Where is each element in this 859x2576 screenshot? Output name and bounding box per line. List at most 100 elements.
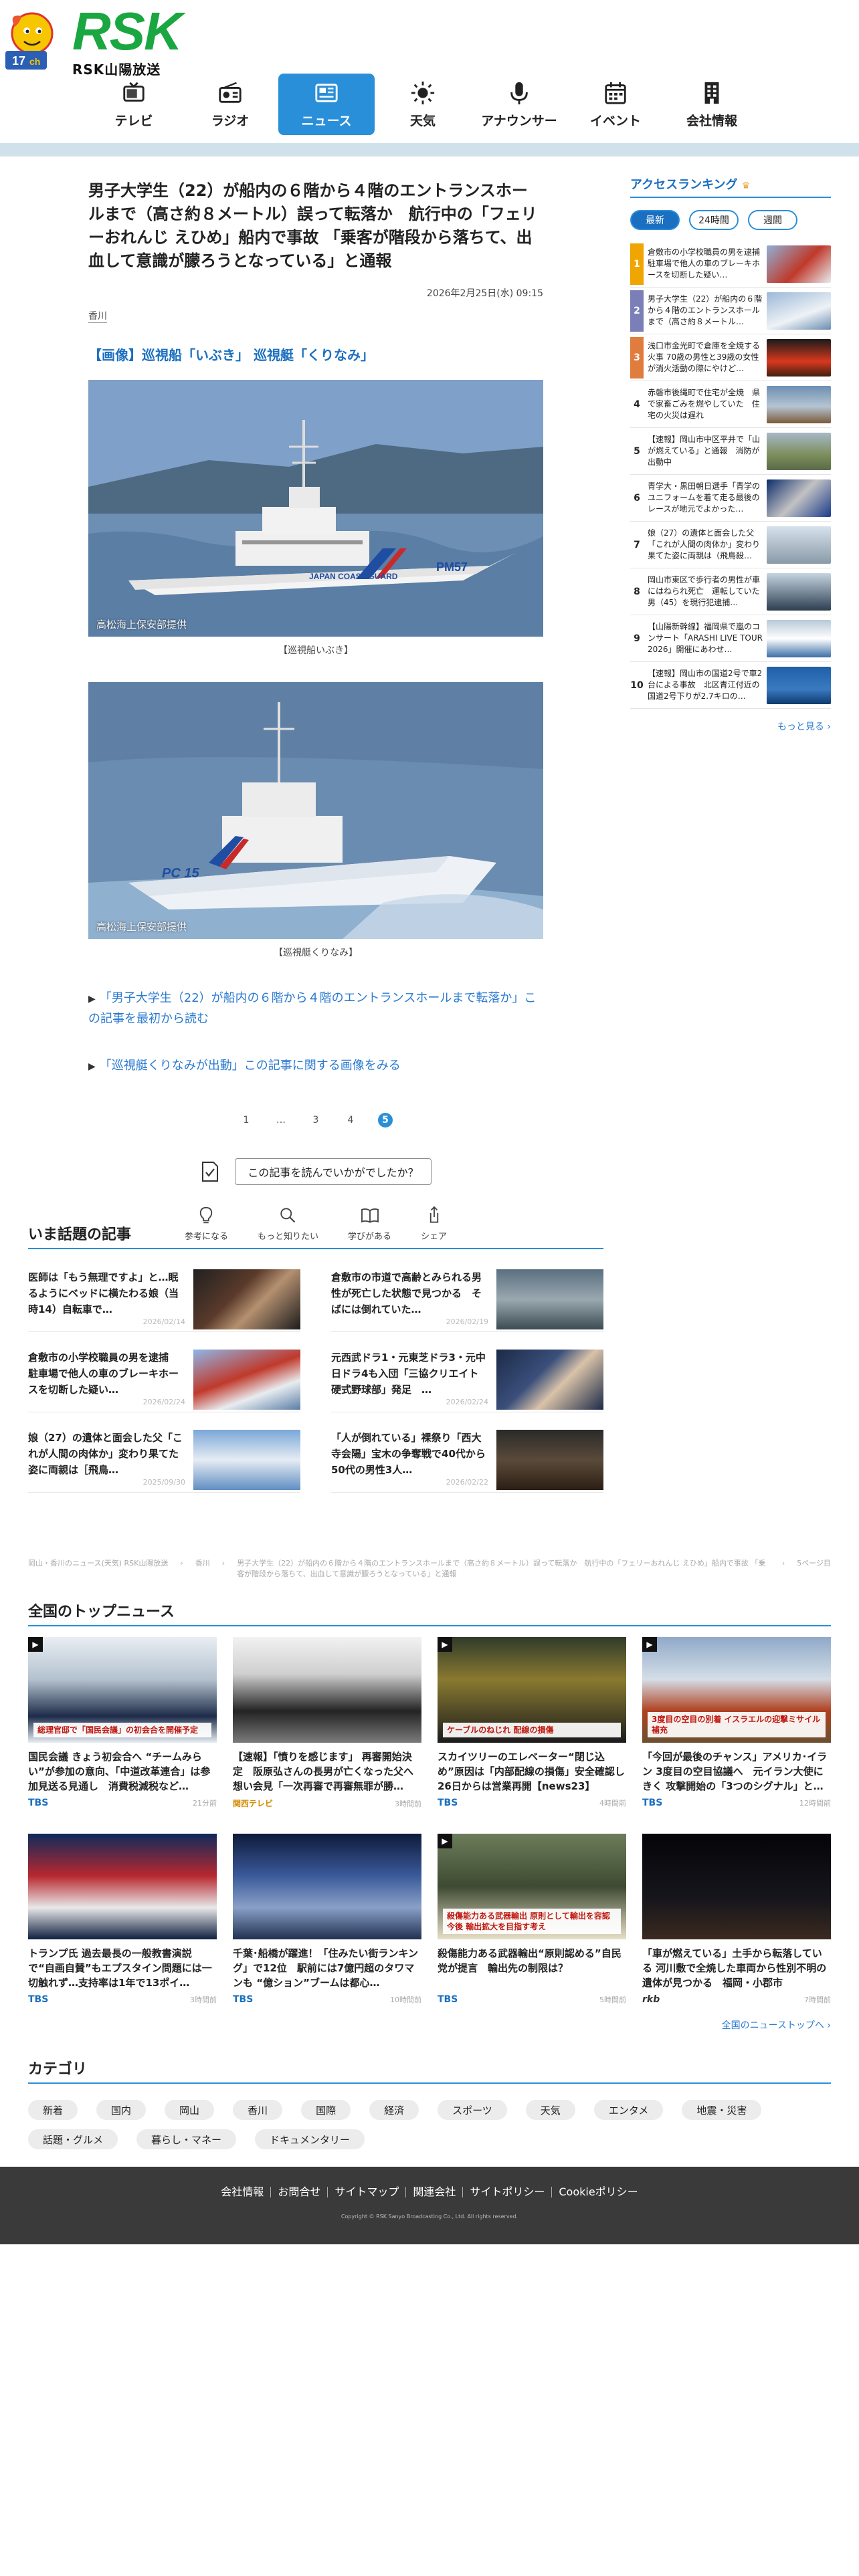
news-headline: 「車が燃えている」土手から転落している 河川敷で全焼した車両から性別不明の遺体が… (642, 1947, 827, 1989)
page-link[interactable]: 3 (308, 1113, 323, 1128)
ranking-tab[interactable]: 最新 (630, 210, 680, 230)
thumbnail-caption: 3度目の空目の別着 イスラエルの迎撃ミサイル補充 (648, 1712, 826, 1737)
page-link[interactable]: 1 (239, 1113, 254, 1128)
category-chip[interactable]: 暮らし・マネー (136, 2129, 237, 2149)
news-card[interactable]: ▶ 総理官邸で「国民会議」の初会合を開催予定 国民会議 きょう初会合へ “チームみら… (28, 1637, 217, 1812)
topic-card[interactable]: 倉敷市の市道で高齢とみられる男性が死亡した状態で見つかる そばには倒れていた… 2… (331, 1269, 603, 1332)
view-images-link[interactable]: ▶ 「巡視艇くりなみが出動」この記事に関する画像をみる (88, 1056, 543, 1077)
news-thumbnail: ▶ 3度目の空目の別着 イスラエルの迎撃ミサイル補充 (642, 1637, 831, 1743)
ranking-more-link[interactable]: もっと見る › (630, 720, 831, 733)
breadcrumb-item[interactable]: 岡山・香川のニュース(天気) RSK山陽放送 (28, 1558, 168, 1580)
topic-card[interactable]: 医師は「もう無理ですよ」と…眠るようにベッドに横たわる娘（当時14）自転車で… 2… (28, 1269, 300, 1332)
topic-title: 娘（27）の遺体と面会した父「これが人間の肉体か」変わり果てた姿に両親は［飛鳥… (28, 1432, 183, 1476)
ranking-item[interactable]: 4 赤磐市後縄町で住宅が全焼 県で家畜ごみを燃やしていた 住宅の火災は遅れ (630, 381, 831, 428)
breadcrumb-item[interactable]: 男子大学生（22）が船内の６階から４階のエントランスホールまで（高さ約８メートル… (237, 1558, 770, 1580)
topic-card[interactable]: 元西武ドラ1・元東芝ドラ3・元中日ドラ4も入団「三協クリエイト硬式野球部」発足 … (331, 1350, 603, 1412)
hull-lettering: JAPAN COAST GUARD (309, 572, 398, 581)
ranking-headline: 娘（27）の遺体と面会した父「これが人間の肉体か」変わり果てた姿に両親は（飛鳥殺… (648, 528, 761, 560)
ranking-tab[interactable]: 週間 (748, 210, 797, 230)
nav-item-sun[interactable]: 天気 (375, 74, 471, 135)
page-link[interactable]: 4 (343, 1113, 358, 1128)
news-card[interactable]: ▶ ケーブルのねじれ 配線の損傷 スカイツリーのエレベーター“閉じ込め”原因は「内部… (438, 1637, 626, 1812)
all-news-link[interactable]: 全国のニューストップへ › (28, 2018, 831, 2032)
ranking-item[interactable]: 5 【速報】岡山市中区平井で「山が燃えている」と通報 消防が出動中 (630, 428, 831, 475)
news-card[interactable]: 「車が燃えている」土手から転落している 河川敷で全焼した車両から性別不明の遺体が… (642, 1834, 831, 2009)
ranking-tab[interactable]: 24時間 (689, 210, 739, 230)
news-thumbnail: ▶ 殺傷能力ある武器輸出 原則として輸出を容認 今後 輸出拡大を目指す考え (438, 1834, 626, 1939)
mascot-logo[interactable]: 17 ch (1, 7, 68, 72)
breadcrumb-separator-icon: › (781, 1559, 785, 1568)
logo-wordmark: RSK (72, 1, 183, 61)
read-from-start-link[interactable]: ▶ 「男子大学生（22）が船内の６階から４階のエントランスホールまで転落か」この記… (88, 988, 543, 1029)
ranking-headline: 倉敷市の小学校職員の男を逮捕 駐車場で他人の車のブレーキホースを切断した疑い… (648, 247, 761, 280)
nav-item-building[interactable]: 会社情報 (664, 74, 760, 135)
ranking-item[interactable]: 2 男子大学生（22）が船内の６階から４階のエントランスホールまで（高さ約８メート… (630, 288, 831, 334)
category-chip[interactable]: 天気 (525, 2100, 575, 2120)
news-meta: TBS 4時間前 (438, 1798, 626, 1808)
site-footer: 会社情報 お問合せ サイトマップ 関連会社 サイトポリシー Cookieポリシー Copy… (0, 2167, 859, 2244)
nav-item-news[interactable]: ニュース (278, 74, 375, 135)
nav-item-tv[interactable]: テレビ (86, 74, 182, 135)
topic-card[interactable]: 倉敷市の小学校職員の男を逮捕 駐車場で他人の車のブレーキホースを切断した疑い… 2… (28, 1350, 300, 1412)
article: 男子大学生（22）が船内の６階から４階のエントランスホールまで（高さ約８メートル… (88, 179, 543, 1242)
nav-item-calendar[interactable]: イベント (567, 74, 664, 135)
topic-card[interactable]: 娘（27）の遺体と面会した父「これが人間の肉体か」変わり果てた姿に両親は［飛鳥…… (28, 1430, 300, 1493)
news-card[interactable]: 【速報】「憤りを感じます」 再審開始決定 阪原弘さんの長男が亡くなった父へ想い会… (233, 1637, 421, 1812)
ranking-item[interactable]: 10 【速報】岡山市の国道2号で車2台による事故 北区青江付近の国道2号下りが2.… (630, 662, 831, 709)
news-thumbnail (233, 1637, 421, 1743)
category-chip[interactable]: 国内 (96, 2100, 147, 2120)
news-card[interactable]: 千葉･船橋が躍進！「住みたい街ランキング」で12位 駅前には7億円超のタワマンも… (233, 1834, 421, 2009)
nav-item-label: 会社情報 (686, 113, 737, 128)
category-chip[interactable]: 新着 (28, 2100, 78, 2120)
category-chip[interactable]: 経済 (369, 2100, 419, 2120)
nav-item-label: ラジオ (211, 113, 250, 128)
ranking-item[interactable]: 3 浅口市金光町で倉庫を全焼する火事 70歳の男性と39歳の女性が消火活動の際にや… (630, 334, 831, 381)
news-headline: 「今回が最後のチャンス」アメリカ･イラン 3度目の空目協議へ 元イラン大使にきく… (642, 1751, 828, 1792)
ranking-item[interactable]: 9 【山陽新幹線】福岡県で嵐のコンサート「ARASHI LIVE TOUR 202… (630, 615, 831, 662)
nav-item-microphone[interactable]: アナウンサー (471, 74, 567, 135)
ranking-headline: 赤磐市後縄町で住宅が全焼 県で家畜ごみを燃やしていた 住宅の火災は遅れ (648, 387, 761, 420)
sun-icon (411, 81, 435, 104)
category-chip[interactable]: ドキュメンタリー (255, 2129, 365, 2149)
category-chip[interactable]: 香川 (233, 2100, 283, 2120)
topic-title: 倉敷市の小学校職員の男を逮捕 駐車場で他人の車のブレーキホースを切断した疑い… (28, 1352, 179, 1396)
ranking-item[interactable]: 6 青学大・黒田朝日選手「青学のユニフォームを着て走る最後のレースが地元でよかった… (630, 475, 831, 522)
nav-item-radio[interactable]: ラジオ (182, 74, 278, 135)
category-chip[interactable]: 地震・災害 (682, 2100, 762, 2120)
footer-link[interactable]: サイトポリシー (463, 2187, 553, 2197)
category-chip[interactable]: 話題・グルメ (28, 2129, 118, 2149)
category-chip[interactable]: 国際 (301, 2100, 351, 2120)
topic-text: 医師は「もう無理ですよ」と…眠るようにベッドに横たわる娘（当時14）自転車で… 2… (28, 1269, 193, 1331)
category-chip[interactable]: スポーツ (438, 2100, 507, 2120)
ranking-item[interactable]: 8 岡山市東区で歩行者の男性が車にはねられ死亡 運転していた男（45）を現行犯逮捕… (630, 568, 831, 615)
photo-ibuki: JAPAN COAST GUARD PM57 高松海上保安部提供 (88, 380, 543, 637)
footer-link[interactable]: お問合せ (271, 2187, 328, 2197)
trending-topics: いま話題の記事 医師は「もう無理ですよ」と…眠るようにベッドに横たわる娘（当時1… (28, 1222, 603, 1493)
article-tag-link[interactable]: 香川 (88, 309, 107, 323)
footer-links: 会社情報 お問合せ サイトマップ 関連会社 サイトポリシー Cookieポリシー (0, 2187, 859, 2197)
ranking-item[interactable]: 1 倉敷市の小学校職員の男を逮捕 駐車場で他人の車のブレーキホースを切断した疑い… (630, 241, 831, 288)
play-icon: ▶ (642, 1637, 657, 1652)
read-from-start-label: 「男子大学生（22）が船内の６階から４階のエントランスホールまで転落か」この記事… (88, 991, 537, 1026)
footer-link[interactable]: 会社情報 (214, 2187, 272, 2197)
patrol-boat-image: PC 15 (88, 682, 543, 939)
site-logo[interactable]: RSK RSK山陽放送 (72, 1, 183, 78)
ranking-item[interactable]: 7 娘（27）の遺体と面会した父「これが人間の肉体か」変わり果てた姿に両親は（飛鳥… (630, 522, 831, 568)
footer-link[interactable]: 関連会社 (406, 2187, 464, 2197)
page-link[interactable]: 5 (378, 1113, 393, 1128)
category-chip[interactable]: 岡山 (165, 2100, 215, 2120)
topic-title: 医師は「もう無理ですよ」と…眠るようにベッドに横たわる娘（当時14）自転車で… (28, 1271, 179, 1315)
footer-link[interactable]: サイトマップ (328, 2187, 407, 2197)
site-header: 17 ch RSK RSK山陽放送 テレビ ラジオ ニュース 天気 アナウンサー イベント… (0, 0, 859, 156)
play-icon: ▶ (438, 1834, 452, 1848)
topic-card[interactable]: 「人が倒れている」裸祭り「西大寺会陽」宝木の争奪戦で40代から50代の男性3人…… (331, 1430, 603, 1493)
news-card[interactable]: ▶ 3度目の空目の別着 イスラエルの迎撃ミサイル補充「今回が最後のチャンス」アメリ… (642, 1637, 831, 1812)
category-chip[interactable]: エンタメ (593, 2100, 664, 2120)
nav-item-label: テレビ (114, 113, 153, 128)
play-icon: ▶ (28, 1637, 43, 1652)
news-card[interactable]: トランプ氏 過去最長の一般教書演説で“自画自賛”もエプスタイン問題には一切触れず… (28, 1834, 217, 2009)
breadcrumb-item[interactable]: 香川 (195, 1558, 210, 1580)
article-title: 男子大学生（22）が船内の６階から４階のエントランスホールまで（高さ約８メートル… (88, 181, 537, 270)
news-card[interactable]: ▶ 殺傷能力ある武器輸出 原則として輸出を容認 今後 輸出拡大を目指す考え 殺傷能力… (438, 1834, 626, 2009)
footer-link[interactable]: Cookieポリシー (552, 2187, 644, 2197)
